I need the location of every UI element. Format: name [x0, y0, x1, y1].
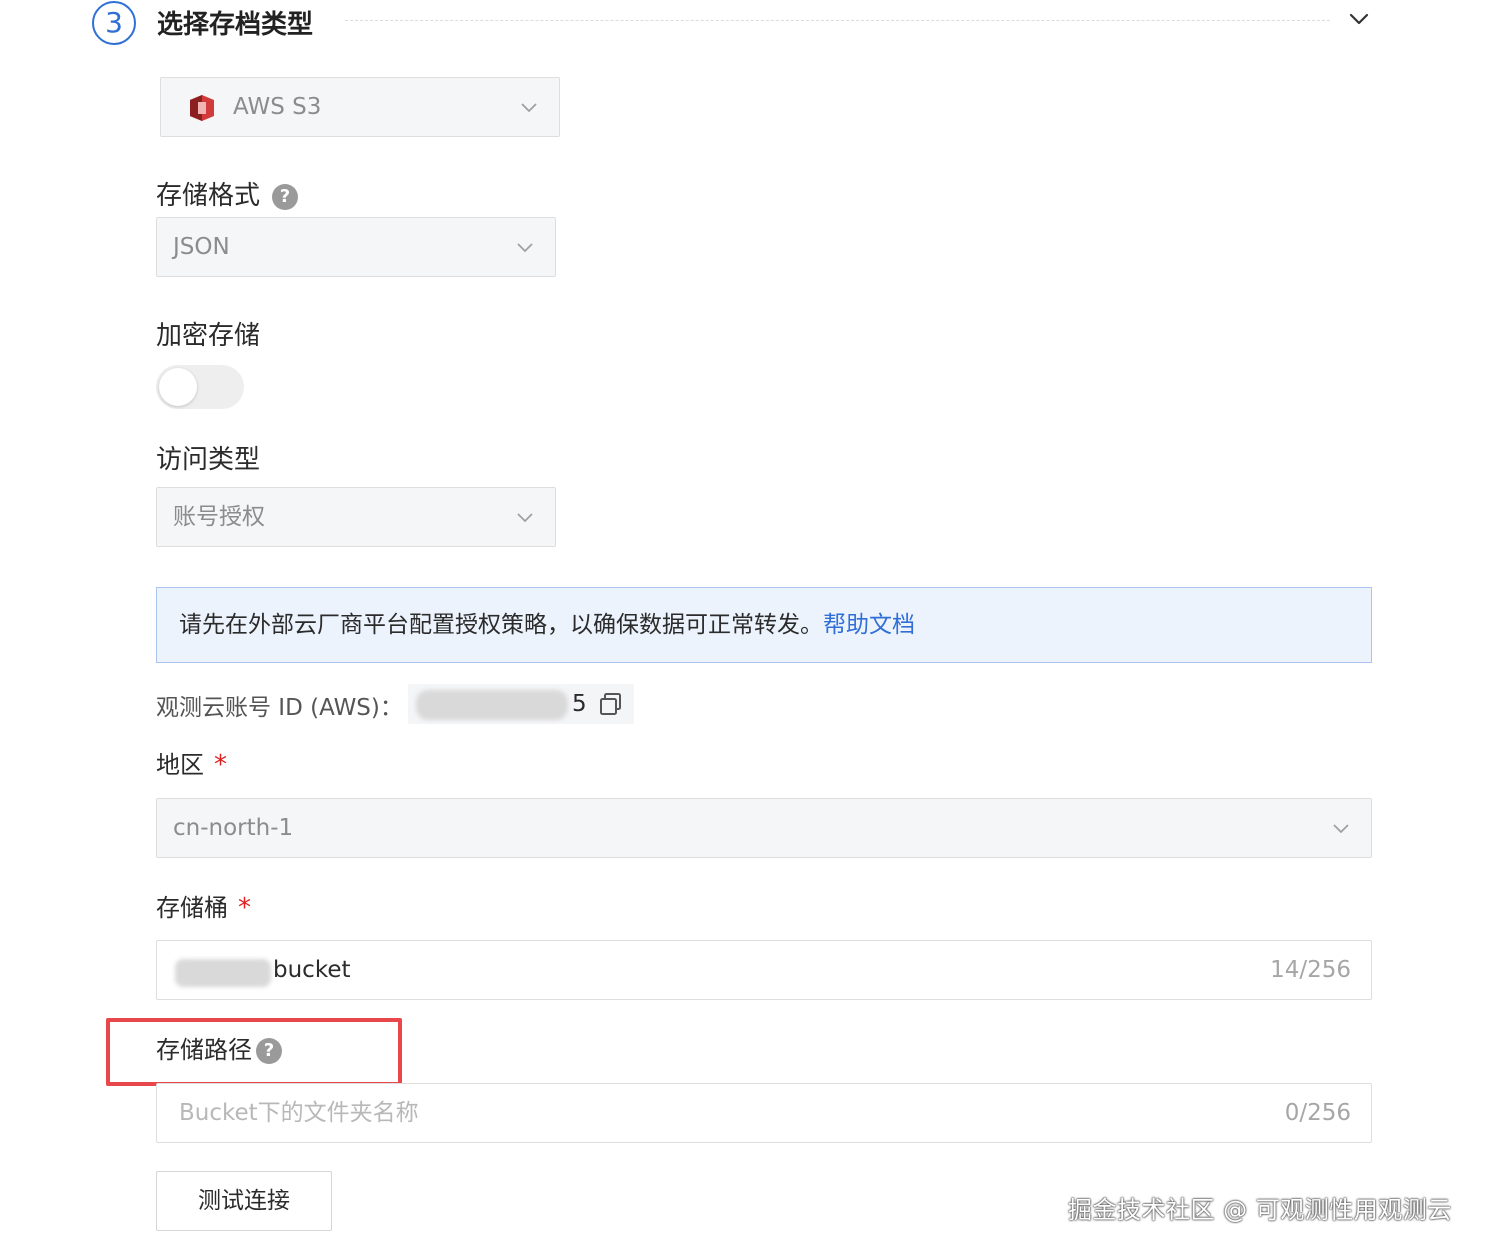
encryption-label: 加密存储 — [156, 321, 261, 351]
highlight-box — [106, 1018, 402, 1086]
copy-icon[interactable] — [598, 691, 624, 717]
banner-text: 请先在外部云厂商平台配置授权策略，以确保数据可正常转发。帮助文档 — [179, 612, 915, 638]
help-doc-link[interactable]: 帮助文档 — [823, 612, 915, 638]
redacted-bucket-prefix — [175, 959, 271, 987]
region-value: cn-north-1 — [173, 815, 294, 841]
bucket-label: 存储桶 * — [156, 893, 251, 923]
account-id-value-box: 5 — [408, 684, 634, 724]
help-question-icon[interactable]: ? — [272, 184, 299, 210]
region-label: 地区 * — [156, 750, 227, 780]
storage-path-placeholder: Bucket下的文件夹名称 — [179, 1100, 419, 1126]
chevron-down-icon — [521, 103, 537, 113]
storage-path-char-counter: 0/256 — [1284, 1100, 1351, 1126]
bucket-value: bucket — [273, 957, 351, 983]
archive-type-value: AWS S3 — [233, 94, 322, 120]
access-type-label: 访问类型 — [156, 445, 261, 475]
step-number-badge: 3 — [92, 1, 136, 45]
test-connection-button[interactable]: 测试连接 — [156, 1171, 332, 1231]
required-mark: * — [214, 750, 227, 780]
storage-format-value: JSON — [173, 234, 230, 260]
storage-format-select[interactable]: JSON — [156, 217, 556, 277]
aws-s3-icon — [190, 95, 214, 121]
storage-format-label: 存储格式? — [156, 175, 299, 212]
step-divider — [345, 20, 1330, 21]
watermark: 掘金技术社区 @ 可观测性用观测云 — [1068, 1196, 1452, 1224]
chevron-down-icon — [1333, 824, 1349, 834]
info-banner: 请先在外部云厂商平台配置授权策略，以确保数据可正常转发。帮助文档 — [156, 587, 1372, 663]
account-id-label: 观测云账号 ID (AWS)： — [156, 695, 403, 721]
account-id-visible-digit: 5 — [572, 691, 587, 717]
bucket-input[interactable]: bucket 14/256 — [156, 940, 1372, 1000]
redacted-account-id — [416, 690, 568, 720]
bucket-char-counter: 14/256 — [1270, 957, 1351, 983]
chevron-down-icon[interactable] — [1348, 8, 1370, 30]
chevron-down-icon — [517, 513, 533, 523]
chevron-down-icon — [517, 243, 533, 253]
archive-type-select[interactable]: AWS S3 — [160, 77, 560, 137]
access-type-select[interactable]: 账号授权 — [156, 487, 556, 547]
encryption-toggle[interactable] — [156, 365, 244, 409]
region-select[interactable]: cn-north-1 — [156, 798, 1372, 858]
access-type-value: 账号授权 — [173, 504, 265, 530]
required-mark: * — [238, 893, 251, 923]
toggle-knob — [159, 368, 197, 406]
storage-path-input[interactable]: Bucket下的文件夹名称 0/256 — [156, 1083, 1372, 1143]
step-title: 选择存档类型 — [157, 10, 314, 40]
